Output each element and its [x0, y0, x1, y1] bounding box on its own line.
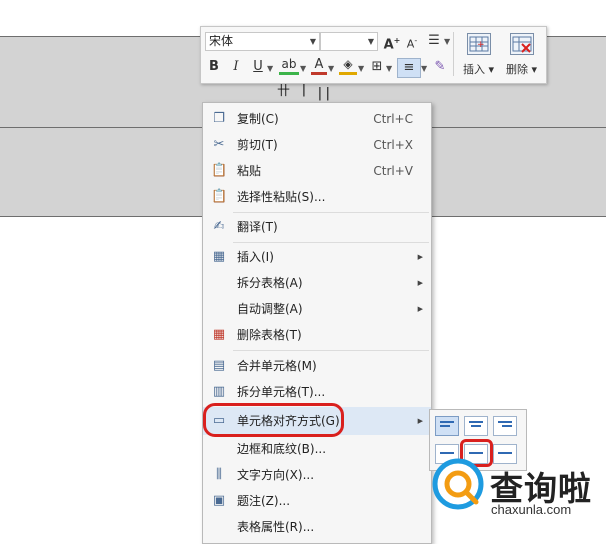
- brand-url: chaxunla.com: [491, 502, 572, 517]
- delete-table-icon: ▦: [212, 327, 226, 342]
- text-direction-icon: ⫼: [216, 467, 222, 482]
- mini-toolbar: 宋体 ▼ ▼ A+ A- ☰ ▼ B I U ▼ ab ▼ A ▼ ◈ ▼ ⊞ …: [200, 26, 547, 84]
- merge-cells-icon: ▤: [212, 358, 226, 373]
- menu-item-paste-special[interactable]: 📋 选择性粘贴(S)...: [203, 184, 431, 210]
- paste-special-icon: 📋: [211, 189, 228, 204]
- chevron-down-icon[interactable]: ▼: [444, 37, 450, 46]
- menu-item-label: 拆分表格(A): [237, 276, 303, 290]
- delete-label: 删除: [506, 63, 528, 76]
- menu-divider: [233, 242, 429, 243]
- menu-item-label: 剪切(T): [237, 138, 278, 152]
- insert-table-icon[interactable]: +: [467, 33, 491, 55]
- chevron-down-icon[interactable]: ▼: [267, 64, 273, 73]
- font-color-button[interactable]: A: [311, 57, 327, 75]
- menu-item-label: 粘贴: [237, 164, 262, 178]
- menu-item-label: 选择性粘贴(S)...: [237, 190, 326, 204]
- chevron-down-icon[interactable]: ▼: [421, 64, 427, 73]
- menu-item-label: 拆分单元格(T)...: [237, 385, 326, 399]
- scissors-icon: ✂: [213, 137, 225, 152]
- menu-item-split-table[interactable]: 拆分表格(A) ▶: [203, 270, 431, 296]
- menu-item-label: 复制(C): [237, 112, 279, 126]
- brand-logo-icon: [432, 458, 484, 510]
- font-name-value: 宋体: [209, 34, 234, 48]
- menu-divider: [233, 212, 429, 213]
- font-name-select[interactable]: 宋体 ▼: [205, 32, 320, 51]
- submenu-arrow-icon: ▶: [417, 253, 423, 261]
- toolbar-divider: [453, 32, 454, 76]
- menu-item-split-cells[interactable]: ▥ 拆分单元格(T)...: [203, 379, 431, 405]
- menu-item-copy[interactable]: ❐ 复制(C) Ctrl+C: [203, 106, 431, 132]
- menu-item-label: 合并单元格(M): [237, 359, 317, 373]
- submenu-arrow-icon: ▶: [417, 417, 423, 425]
- line-spacing-icon[interactable]: ☰: [425, 32, 443, 50]
- menu-item-translate[interactable]: ✍ 翻译(T): [203, 214, 431, 240]
- menu-item-shortcut: Ctrl+V: [373, 164, 413, 178]
- italic-button[interactable]: I: [229, 58, 243, 76]
- border-icon[interactable]: ⊞: [369, 58, 385, 76]
- menu-item-merge-cells[interactable]: ▤ 合并单元格(M): [203, 353, 431, 379]
- grow-font-label: A: [383, 37, 394, 53]
- menu-item-label: 删除表格(T): [237, 328, 302, 342]
- menu-item-shortcut: Ctrl+X: [373, 138, 413, 152]
- caption-icon: ▣: [212, 493, 226, 508]
- shading-icon[interactable]: ◈: [339, 57, 357, 75]
- context-menu: ❐ 复制(C) Ctrl+C ✂ 剪切(T) Ctrl+X 📋 粘贴 Ctrl+…: [202, 102, 432, 544]
- align-middle-right-button[interactable]: [493, 444, 517, 464]
- text-cursor: |: [300, 82, 308, 97]
- paste-icon: 📋: [211, 163, 228, 178]
- menu-item-text-direction[interactable]: ⫼ 文字方向(X)...: [203, 462, 431, 488]
- menu-item-cut[interactable]: ✂ 剪切(T) Ctrl+X: [203, 132, 431, 158]
- insert-label: 插入: [463, 63, 485, 76]
- highlight-button[interactable]: ab: [279, 57, 299, 75]
- align-icon[interactable]: ≡: [397, 58, 421, 78]
- table-insert-icon: ▦: [212, 249, 226, 264]
- chevron-down-icon[interactable]: ▼: [300, 64, 306, 73]
- translate-icon: ✍: [213, 219, 225, 234]
- font-size-select[interactable]: ▼: [320, 32, 378, 51]
- delete-table-icon[interactable]: [510, 33, 534, 55]
- chevron-down-icon[interactable]: ▼: [386, 64, 392, 73]
- chevron-down-icon[interactable]: ▼: [358, 64, 364, 73]
- copy-icon: ❐: [213, 111, 225, 126]
- bold-button[interactable]: B: [207, 58, 221, 76]
- menu-item-table-properties[interactable]: 表格属性(R)...: [203, 514, 431, 540]
- menu-item-label: 插入(I): [237, 250, 274, 264]
- chevron-down-icon[interactable]: ▼: [328, 64, 334, 73]
- align-top-right-button[interactable]: [493, 416, 517, 436]
- menu-item-label: 文字方向(X)...: [237, 468, 315, 482]
- underline-button[interactable]: U: [251, 58, 265, 76]
- align-top-left-button[interactable]: [435, 416, 459, 436]
- highlight-ring: [203, 403, 344, 437]
- menu-item-label: 表格属性(R)...: [237, 520, 315, 534]
- menu-item-shortcut: Ctrl+C: [373, 112, 413, 126]
- delete-button[interactable]: 删除 ▾: [506, 61, 537, 77]
- menu-item-label: 自动调整(A): [237, 302, 303, 316]
- svg-text:+: +: [477, 40, 485, 50]
- split-cells-icon: ▥: [212, 384, 226, 399]
- menu-item-paste[interactable]: 📋 粘贴 Ctrl+V: [203, 158, 431, 184]
- menu-item-borders-shading[interactable]: 边框和底纹(B)...: [203, 436, 431, 462]
- menu-item-autofit[interactable]: 自动调整(A) ▶: [203, 296, 431, 322]
- menu-item-caption[interactable]: ▣ 题注(Z)...: [203, 488, 431, 514]
- align-top-center-button[interactable]: [464, 416, 488, 436]
- menu-item-label: 翻译(T): [237, 220, 278, 234]
- submenu-arrow-icon: ▶: [417, 279, 423, 287]
- shrink-font-button[interactable]: A-: [403, 32, 421, 51]
- menu-divider: [233, 350, 429, 351]
- menu-item-delete-table[interactable]: ▦ 删除表格(T): [203, 322, 431, 348]
- menu-item-label: 题注(Z)...: [237, 494, 291, 508]
- column-resize-handle[interactable]: ||: [316, 86, 332, 101]
- menu-item-insert[interactable]: ▦ 插入(I) ▶: [203, 244, 431, 270]
- submenu-arrow-icon: ▶: [417, 305, 423, 313]
- chevron-down-icon: ▼: [367, 37, 374, 46]
- chevron-down-icon: ▼: [309, 37, 316, 46]
- menu-item-label: 边框和底纹(B)...: [237, 442, 327, 456]
- grow-font-button[interactable]: A+: [383, 32, 401, 53]
- insert-button[interactable]: 插入 ▾: [463, 61, 494, 77]
- format-painter-icon[interactable]: ✎: [432, 58, 448, 76]
